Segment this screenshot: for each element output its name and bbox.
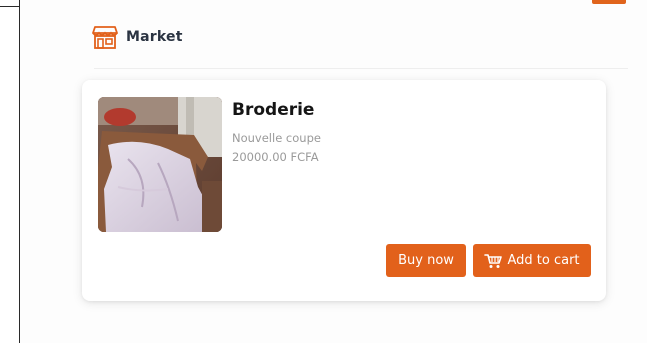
add-to-cart-label: Add to cart	[507, 253, 580, 268]
product-price: 20000.00 FCFA	[232, 150, 319, 164]
product-info: Broderie Nouvelle coupe 20000.00 FCFA	[232, 99, 321, 167]
product-subtitle: Nouvelle coupe	[232, 131, 321, 145]
add-to-cart-button[interactable]: Add to cart	[473, 244, 591, 277]
header-divider	[94, 68, 628, 69]
market-page: Market Broderie Nouvelle coupe 20000.00 …	[20, 0, 647, 343]
top-accent-tab	[592, 0, 626, 4]
page-title: Market	[126, 29, 183, 45]
product-card: Broderie Nouvelle coupe 20000.00 FCFA Bu…	[82, 80, 606, 301]
page-header: Market	[92, 20, 183, 54]
storefront-icon	[92, 24, 118, 50]
product-image[interactable]	[98, 97, 222, 232]
buy-now-label: Buy now	[398, 253, 454, 268]
product-name[interactable]: Broderie	[232, 99, 321, 121]
buy-now-button[interactable]: Buy now	[386, 244, 466, 277]
shopping-cart-icon	[484, 253, 503, 269]
